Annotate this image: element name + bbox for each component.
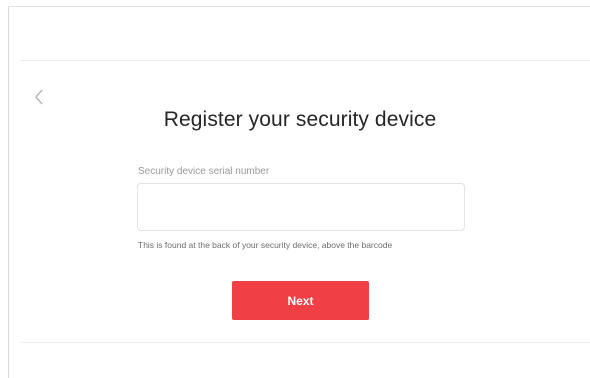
chevron-left-icon — [34, 89, 44, 110]
serial-number-label: Security device serial number — [138, 166, 270, 177]
serial-number-input[interactable] — [137, 183, 465, 231]
header-divider — [20, 60, 590, 61]
page-title: Register your security device — [163, 108, 437, 131]
serial-number-helper-text: This is found at the back of your securi… — [138, 240, 393, 250]
back-button[interactable] — [30, 88, 48, 110]
next-button[interactable]: Next — [232, 281, 369, 320]
footer-divider — [20, 342, 590, 343]
